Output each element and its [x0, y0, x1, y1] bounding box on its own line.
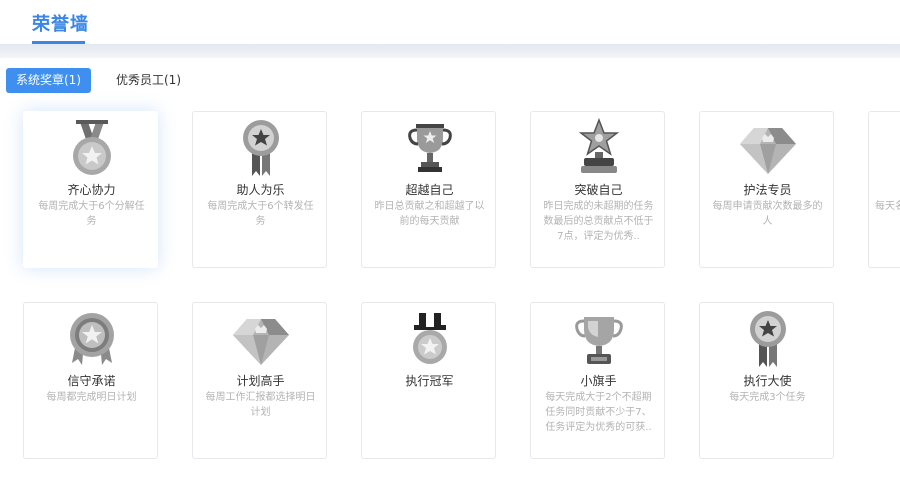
rosette-star-ribbon-icon — [24, 307, 157, 369]
medal-title: 信守承诺 — [67, 374, 116, 388]
star-trophy-icon — [531, 116, 664, 178]
medal-title: 护法专员 — [743, 183, 792, 197]
header: 荣誉墙 — [0, 0, 900, 44]
medal-description: 昨日完成的未超期的任务数最后的总贡献点不低于7点，评定为优秀.. — [543, 201, 654, 242]
medal-title: 小旗手 — [580, 374, 617, 388]
partial-badge-icon — [869, 116, 900, 178]
medal-title: 超越自己 — [405, 183, 454, 197]
filter-system-medals-button[interactable]: 系统奖章(1) — [6, 68, 91, 93]
trophy-cup-icon — [362, 116, 495, 178]
medal-title: 助人为乐 — [236, 183, 285, 197]
header-divider — [0, 44, 900, 58]
medal-card[interactable]: 突破自己 昨日完成的未超期的任务数最后的总贡献点不低于7点，评定为优秀.. — [530, 111, 665, 268]
medal-card[interactable]: 齐心协力 每周完成大于6个分解任务 — [23, 111, 158, 268]
medal-card[interactable]: 每天名前 — [868, 111, 900, 268]
medal-title: 齐心协力 — [67, 183, 116, 197]
filter-excellent-staff-button[interactable]: 优秀员工(1) — [106, 68, 191, 93]
filter-bar: 系统奖章(1) 优秀员工(1) — [0, 58, 900, 106]
medal-card[interactable]: 助人为乐 每周完成大于6个转发任务 — [192, 111, 327, 268]
medal-card[interactable]: 小旗手 每天完成大于2个不超期任务同时贡献不少于7、任务评定为优秀的可获.. — [530, 302, 665, 459]
diamond-crown-icon — [700, 116, 833, 178]
medal-title: 执行冠军 — [405, 374, 454, 388]
medal-card[interactable]: 计划高手 每周工作汇报都选择明日计划 — [192, 302, 327, 459]
medal-description: 每天完成大于2个不超期任务同时贡献不少于7、任务评定为优秀的可获.. — [545, 392, 652, 433]
honor-wall-page: 荣誉墙 系统奖章(1) 优秀员工(1) 齐心协力 每周完成大于6个分解任务 助人… — [0, 0, 900, 500]
medal-description: 每周完成大于6个分解任务 — [38, 201, 145, 227]
trophy-cup-icon — [531, 307, 664, 369]
medal-card[interactable]: 执行冠军 — [361, 302, 496, 459]
tab-honor-wall[interactable]: 荣誉墙 — [32, 10, 89, 36]
medal-description: 昨日总贡献之和超越了以前的每天贡献 — [374, 201, 485, 227]
medal-description: 每天完成3个任务 — [729, 392, 806, 403]
tophat-medal-icon — [362, 307, 495, 369]
medal-description: 每周申请贡献次数最多的人 — [712, 201, 823, 227]
rosette-ribbon-icon — [193, 116, 326, 178]
medal-card[interactable]: 护法专员 每周申请贡献次数最多的人 — [699, 111, 834, 268]
medal-title: 突破自己 — [574, 183, 623, 197]
medal-description: 每天名前 — [875, 201, 900, 212]
medal-description: 每周都完成明日计划 — [46, 392, 137, 403]
medal-title: 执行大使 — [743, 374, 792, 388]
rosette-ribbon-icon — [700, 307, 833, 369]
medal-title: 计划高手 — [236, 374, 285, 388]
medal-card[interactable]: 执行大使 每天完成3个任务 — [699, 302, 834, 459]
medal-description: 每周完成大于6个转发任务 — [207, 201, 314, 227]
medal-card[interactable]: 信守承诺 每周都完成明日计划 — [23, 302, 158, 459]
medal-ribbon-star-icon — [24, 116, 157, 178]
medal-card[interactable]: 超越自己 昨日总贡献之和超越了以前的每天贡献 — [361, 111, 496, 268]
diamond-crown-icon — [193, 307, 326, 369]
medal-description: 每周工作汇报都选择明日计划 — [205, 392, 316, 418]
